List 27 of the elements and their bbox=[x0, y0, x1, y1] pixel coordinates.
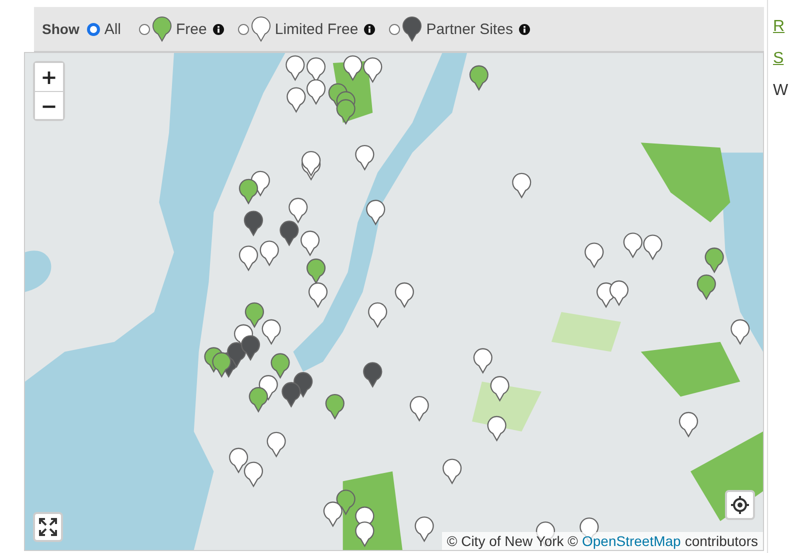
radio-button[interactable] bbox=[238, 24, 249, 34]
map-pin-icon bbox=[402, 16, 422, 42]
sidebar-link[interactable]: R bbox=[773, 18, 793, 36]
radio-button[interactable] bbox=[389, 24, 400, 34]
zoom-out-button[interactable]: − bbox=[35, 91, 63, 119]
locate-icon bbox=[730, 495, 750, 515]
map[interactable]: + − © City of New York © OpenStreetMap contributors bbox=[24, 52, 764, 551]
radio-button[interactable] bbox=[87, 22, 100, 36]
fullscreen-button[interactable] bbox=[33, 512, 63, 542]
sidebar-text: W bbox=[773, 82, 790, 100]
filter-option-label[interactable]: Free bbox=[176, 20, 207, 38]
info-icon[interactable] bbox=[518, 24, 530, 34]
radio-button[interactable] bbox=[139, 24, 150, 34]
attribution-text: © City of New York © bbox=[446, 533, 578, 549]
map-pin-icon bbox=[152, 16, 172, 42]
attribution-text: contributors bbox=[684, 533, 758, 549]
openstreetmap-link[interactable]: OpenStreetMap bbox=[582, 533, 681, 549]
map-pin-icon bbox=[250, 16, 271, 42]
info-icon[interactable] bbox=[212, 24, 224, 34]
filter-option-label[interactable]: Partner Sites bbox=[426, 20, 513, 38]
filter-option-label[interactable]: Limited Free bbox=[274, 20, 358, 38]
sidebar-link[interactable]: S bbox=[773, 50, 793, 68]
fullscreen-icon bbox=[38, 517, 58, 537]
filter-option-label[interactable]: All bbox=[104, 20, 122, 38]
filter-label: Show bbox=[42, 21, 80, 37]
info-icon[interactable] bbox=[364, 24, 376, 34]
locate-button[interactable] bbox=[725, 490, 755, 520]
